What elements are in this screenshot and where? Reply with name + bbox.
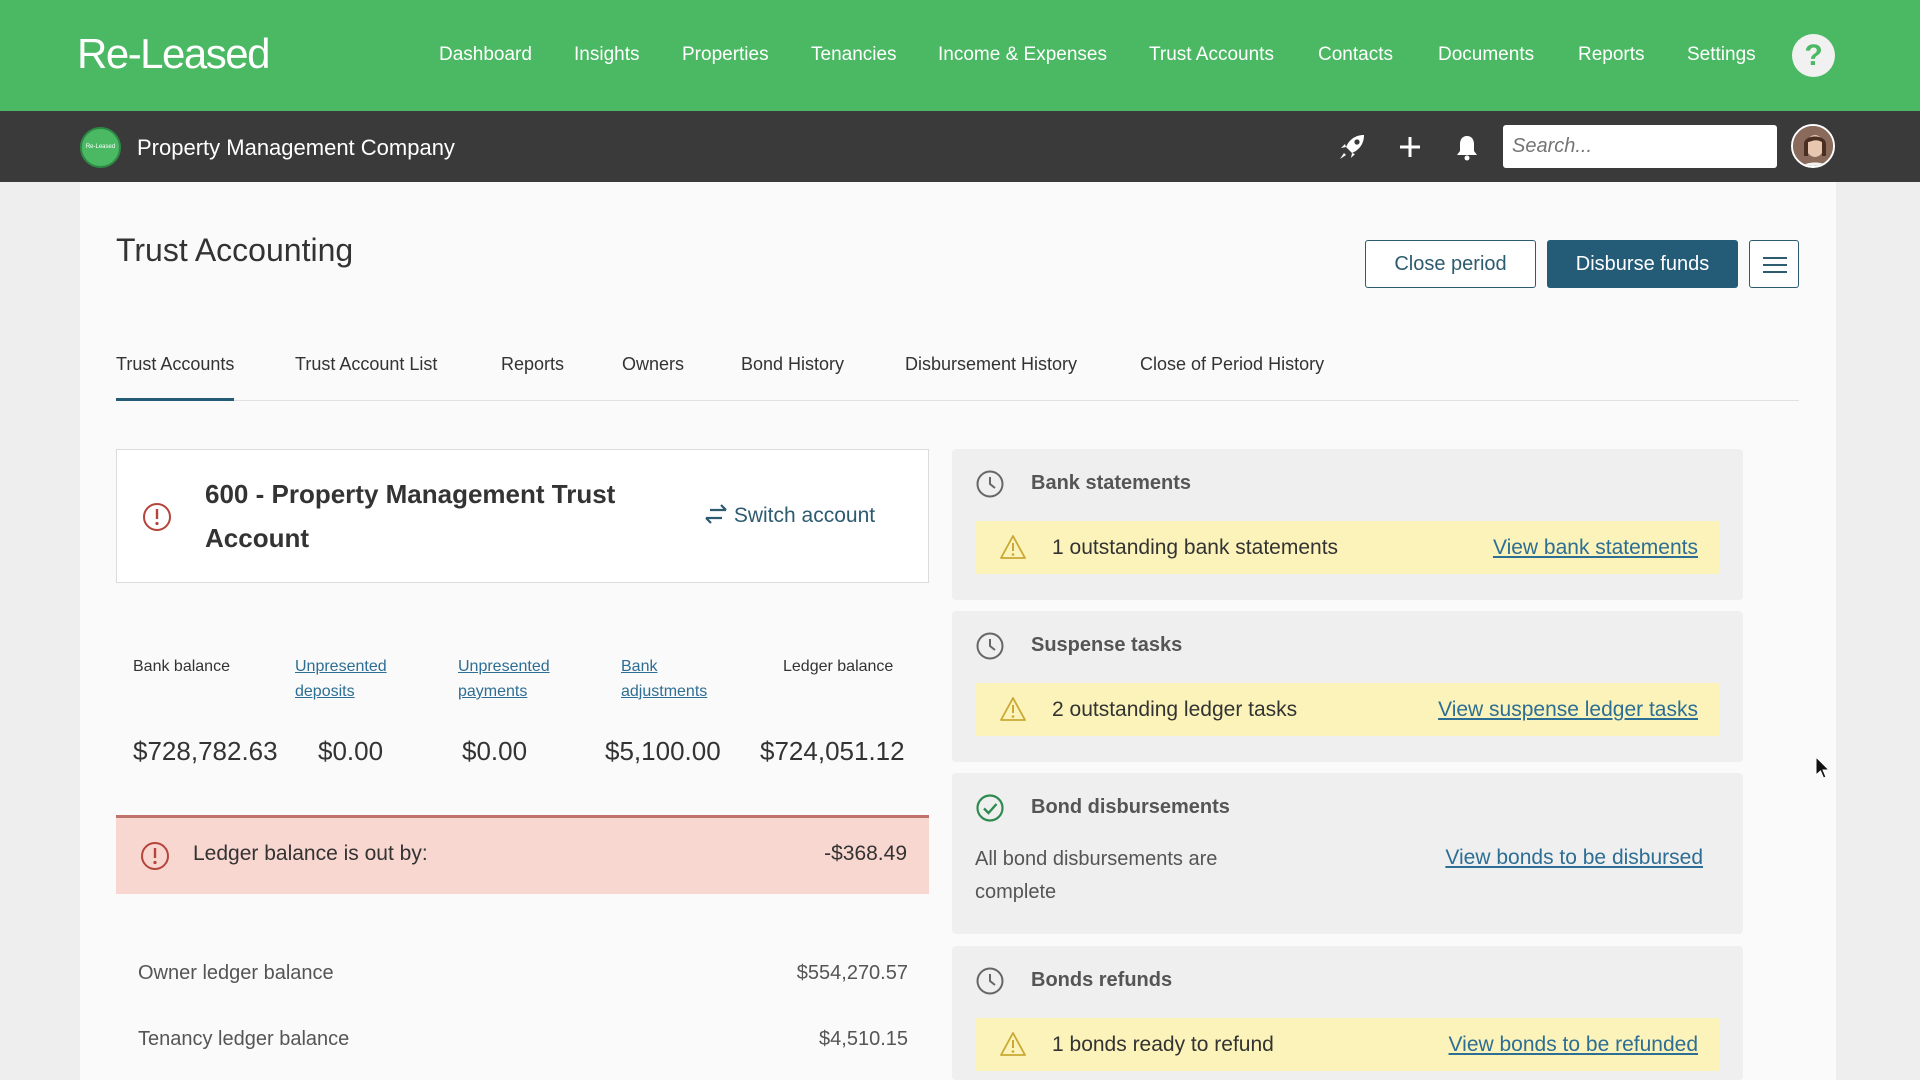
unpresented-payments-link[interactable]: Unpresented payments — [458, 654, 550, 704]
bank-statements-alert-text: 1 outstanding bank statements — [1052, 536, 1339, 559]
bank-adjustments-line-2: adjustments — [621, 683, 708, 700]
unpresented-deposits-value: $0.00 — [318, 736, 384, 766]
alert-circle-icon — [143, 503, 171, 531]
view-bonds-to-be-disbursed-link[interactable]: View bonds to be disbursed — [1445, 846, 1703, 870]
nav-trust-accounts[interactable]: Trust Accounts — [1149, 44, 1274, 66]
bonds-refunds-panel: Bonds refunds 1 bonds ready to refund Vi… — [952, 946, 1743, 1080]
bonds-refunds-alert: 1 bonds ready to refund View bonds to be… — [975, 1018, 1720, 1071]
bank-balance-header: Bank balance — [133, 658, 230, 675]
tab-trust-accounts[interactable]: Trust Accounts — [116, 354, 235, 401]
bond-disbursements-panel: Bond disbursements All bond disbursement… — [952, 773, 1743, 934]
main-content: Trust Accounting Close period Disburse f… — [80, 182, 1836, 1080]
check-circle-icon — [976, 794, 1004, 822]
avatar-image — [1793, 126, 1833, 166]
clock-icon — [976, 967, 1004, 995]
bell-icon[interactable] — [1452, 132, 1482, 162]
account-title: 600 - Property Management Trust Account — [205, 479, 616, 553]
warning-icon — [1000, 535, 1026, 559]
bank-adjustments-link[interactable]: Bank adjustments — [621, 654, 707, 704]
help-icon[interactable]: ? — [1792, 34, 1835, 77]
nav-documents[interactable]: Documents — [1438, 44, 1534, 66]
alert-circle-icon — [141, 842, 169, 870]
tenancy-ledger-value: $4,510.15 — [819, 1028, 908, 1050]
menu-icon — [1763, 257, 1787, 259]
bank-statements-title: Bank statements — [1031, 472, 1192, 494]
search-input[interactable] — [1503, 125, 1777, 168]
brand-logo[interactable]: Re-Leased — [77, 30, 270, 78]
suspense-tasks-alert-text: 2 outstanding ledger tasks — [1052, 698, 1298, 721]
owner-ledger-value: $554,270.57 — [796, 962, 908, 984]
view-suspense-ledger-tasks-link[interactable]: View suspense ledger tasks — [1438, 698, 1698, 722]
nav-reports[interactable]: Reports — [1578, 44, 1645, 66]
tab-bar: Trust Accounts Trust Account List Report… — [116, 354, 1799, 401]
suspense-tasks-panel: Suspense tasks 2 outstanding ledger task… — [952, 611, 1743, 762]
suspense-tasks-title: Suspense tasks — [1031, 634, 1183, 656]
owner-ledger-row: Owner ledger balance $554,270.57 — [138, 962, 908, 985]
view-bonds-to-be-refunded-link[interactable]: View bonds to be refunded — [1449, 1033, 1698, 1057]
warning-icon — [1000, 1032, 1026, 1056]
nav-dashboard[interactable]: Dashboard — [439, 44, 532, 66]
close-period-button[interactable]: Close period — [1365, 240, 1536, 288]
nav-tenancies[interactable]: Tenancies — [811, 44, 897, 66]
tenancy-ledger-row: Tenancy ledger balance $4,510.15 — [138, 1028, 908, 1051]
tab-disbursement-history[interactable]: Disbursement History — [905, 354, 1077, 375]
bank-statements-alert: 1 outstanding bank statements View bank … — [975, 521, 1720, 574]
switch-account-link[interactable]: Switch account — [704, 503, 875, 528]
top-nav: Re-Leased Dashboard Insights Properties … — [0, 0, 1920, 111]
nav-income-expenses[interactable]: Income & Expenses — [938, 44, 1107, 66]
account-card: 600 - Property Management Trust Account … — [116, 449, 929, 583]
bank-statements-panel: Bank statements 1 outstanding bank state… — [952, 449, 1743, 600]
out-by-value: -$368.49 — [824, 842, 907, 865]
swap-arrows-icon — [705, 504, 727, 524]
nav-contacts[interactable]: Contacts — [1318, 44, 1393, 66]
tab-owners[interactable]: Owners — [622, 354, 684, 375]
owner-ledger-label: Owner ledger balance — [138, 962, 334, 984]
unpresented-deposits-line-1: Unpresented — [295, 658, 387, 675]
bonds-refunds-title: Bonds refunds — [1031, 969, 1173, 991]
bond-disbursements-text-1: All bond disbursements are — [975, 848, 1218, 870]
unpresented-payments-line-1: Unpresented — [458, 658, 550, 675]
view-bank-statements-link[interactable]: View bank statements — [1493, 536, 1698, 560]
tab-bond-history[interactable]: Bond History — [741, 354, 844, 375]
tab-reports[interactable]: Reports — [501, 354, 564, 375]
ledger-out-by-banner: Ledger balance is out by: -$368.49 — [116, 815, 929, 894]
disburse-funds-button[interactable]: Disburse funds — [1547, 240, 1738, 288]
warning-icon — [1000, 697, 1026, 721]
tab-trust-account-list[interactable]: Trust Account List — [295, 354, 437, 375]
menu-button[interactable] — [1749, 240, 1799, 288]
clock-icon — [976, 632, 1004, 660]
bonds-refunds-alert-text: 1 bonds ready to refund — [1052, 1033, 1274, 1056]
unpresented-deposits-line-2: deposits — [295, 683, 355, 700]
nav-properties[interactable]: Properties — [682, 44, 769, 66]
out-by-label: Ledger balance is out by: — [193, 842, 428, 865]
user-avatar[interactable] — [1791, 124, 1835, 168]
plus-icon[interactable] — [1395, 132, 1425, 162]
bank-adjustments-value: $5,100.00 — [605, 736, 721, 766]
bond-disbursements-title: Bond disbursements — [1031, 796, 1230, 818]
nav-settings[interactable]: Settings — [1687, 44, 1756, 66]
unpresented-deposits-link[interactable]: Unpresented deposits — [295, 654, 387, 704]
rocket-icon[interactable] — [1337, 132, 1367, 162]
tenancy-ledger-label: Tenancy ledger balance — [138, 1028, 350, 1050]
switch-account-label: Switch account — [733, 504, 876, 527]
org-bar: Re-Leased Property Management Company — [0, 111, 1920, 182]
suspense-tasks-alert: 2 outstanding ledger tasks View suspense… — [975, 683, 1720, 736]
bank-balance-value: $728,782.63 — [133, 736, 278, 766]
org-name[interactable]: Property Management Company — [137, 135, 455, 161]
mouse-cursor-icon — [1815, 756, 1831, 779]
unpresented-payments-line-2: payments — [458, 683, 528, 700]
bond-disbursements-text-2: complete — [975, 881, 1057, 903]
clock-icon — [976, 470, 1004, 498]
ledger-balance-header: Ledger balance — [783, 658, 894, 675]
bank-adjustments-line-1: Bank — [621, 658, 658, 675]
ledger-balance-value: $724,051.12 — [760, 736, 905, 766]
tab-close-of-period-history[interactable]: Close of Period History — [1140, 354, 1324, 375]
page-title: Trust Accounting — [116, 232, 354, 268]
bond-disbursements-status: All bond disbursements are complete — [975, 843, 1217, 909]
org-logo: Re-Leased — [80, 127, 121, 168]
unpresented-payments-value: $0.00 — [462, 736, 528, 766]
nav-insights[interactable]: Insights — [574, 44, 639, 66]
